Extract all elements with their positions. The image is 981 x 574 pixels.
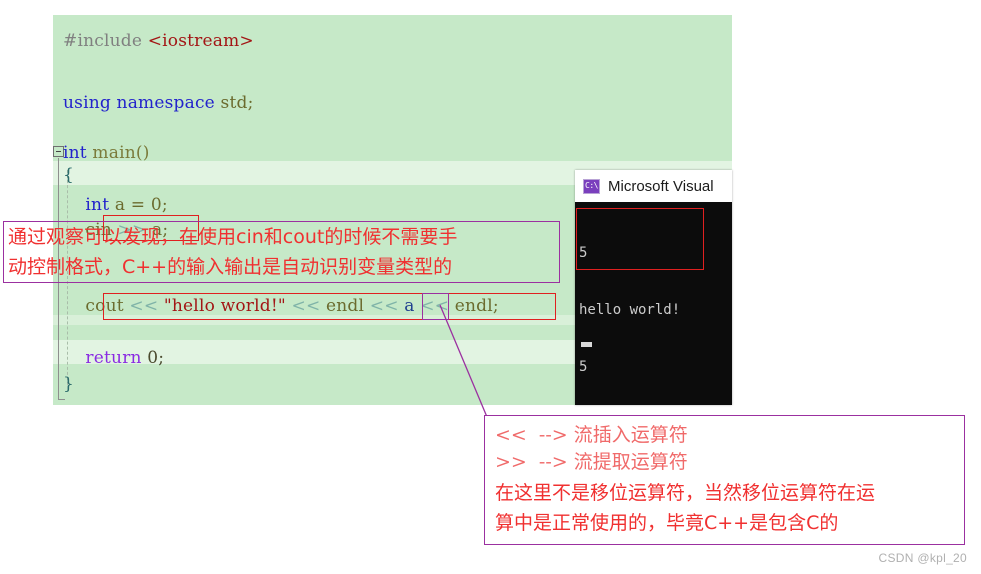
- legend-symbol-extract: >> -->: [495, 451, 568, 473]
- console-output-line: 5: [579, 359, 588, 375]
- legend-label-extract: 流提取运算符: [567, 451, 688, 473]
- legend-symbol-insert: << -->: [495, 424, 568, 446]
- console-cmd-icon: C:\: [583, 178, 600, 194]
- watermark: CSDN @kpl_20: [878, 551, 967, 565]
- code-line-include: #include <iostream>: [63, 31, 254, 51]
- console-icon-glyph: C:\: [585, 181, 598, 190]
- annotation-overlay-note: 通过观察可以发现，在使用cin和cout的时候不需要手 动控制格式，C++的输入…: [3, 221, 560, 283]
- legend-row-insert: << --> 流插入运算符: [495, 422, 954, 449]
- legend-label-insert: 流插入运算符: [567, 424, 688, 446]
- code-line-using: using namespace std;: [63, 93, 254, 113]
- legend-body-line-1: 在这里不是移位运算符，当然移位运算符在运: [495, 482, 876, 504]
- legend-row-extract: >> --> 流提取运算符: [495, 449, 954, 476]
- code-fold-bracket-foot: [58, 399, 65, 400]
- console-cursor: [581, 342, 592, 347]
- annotation-legend-box: << --> 流插入运算符 >> --> 流提取运算符 在这里不是移位运算符，当…: [484, 415, 965, 545]
- console-title-bar[interactable]: C:\ Microsoft Visual: [575, 170, 732, 202]
- overlay-note-line-2: 动控制格式，C++的输入输出是自动识别变量类型的: [8, 256, 453, 278]
- overlay-note-line-1: 通过观察可以发现，在使用cin和cout的时候不需要手: [8, 226, 458, 248]
- highlight-box-console-output: [576, 208, 704, 270]
- console-window[interactable]: C:\ Microsoft Visual 5 hello world! 5 D:…: [575, 170, 732, 405]
- legend-body-line-2: 算中是正常使用的，毕竟C++是包含C的: [495, 512, 839, 534]
- console-output-line: hello world!: [579, 302, 681, 318]
- console-window-title: Microsoft Visual: [608, 177, 714, 195]
